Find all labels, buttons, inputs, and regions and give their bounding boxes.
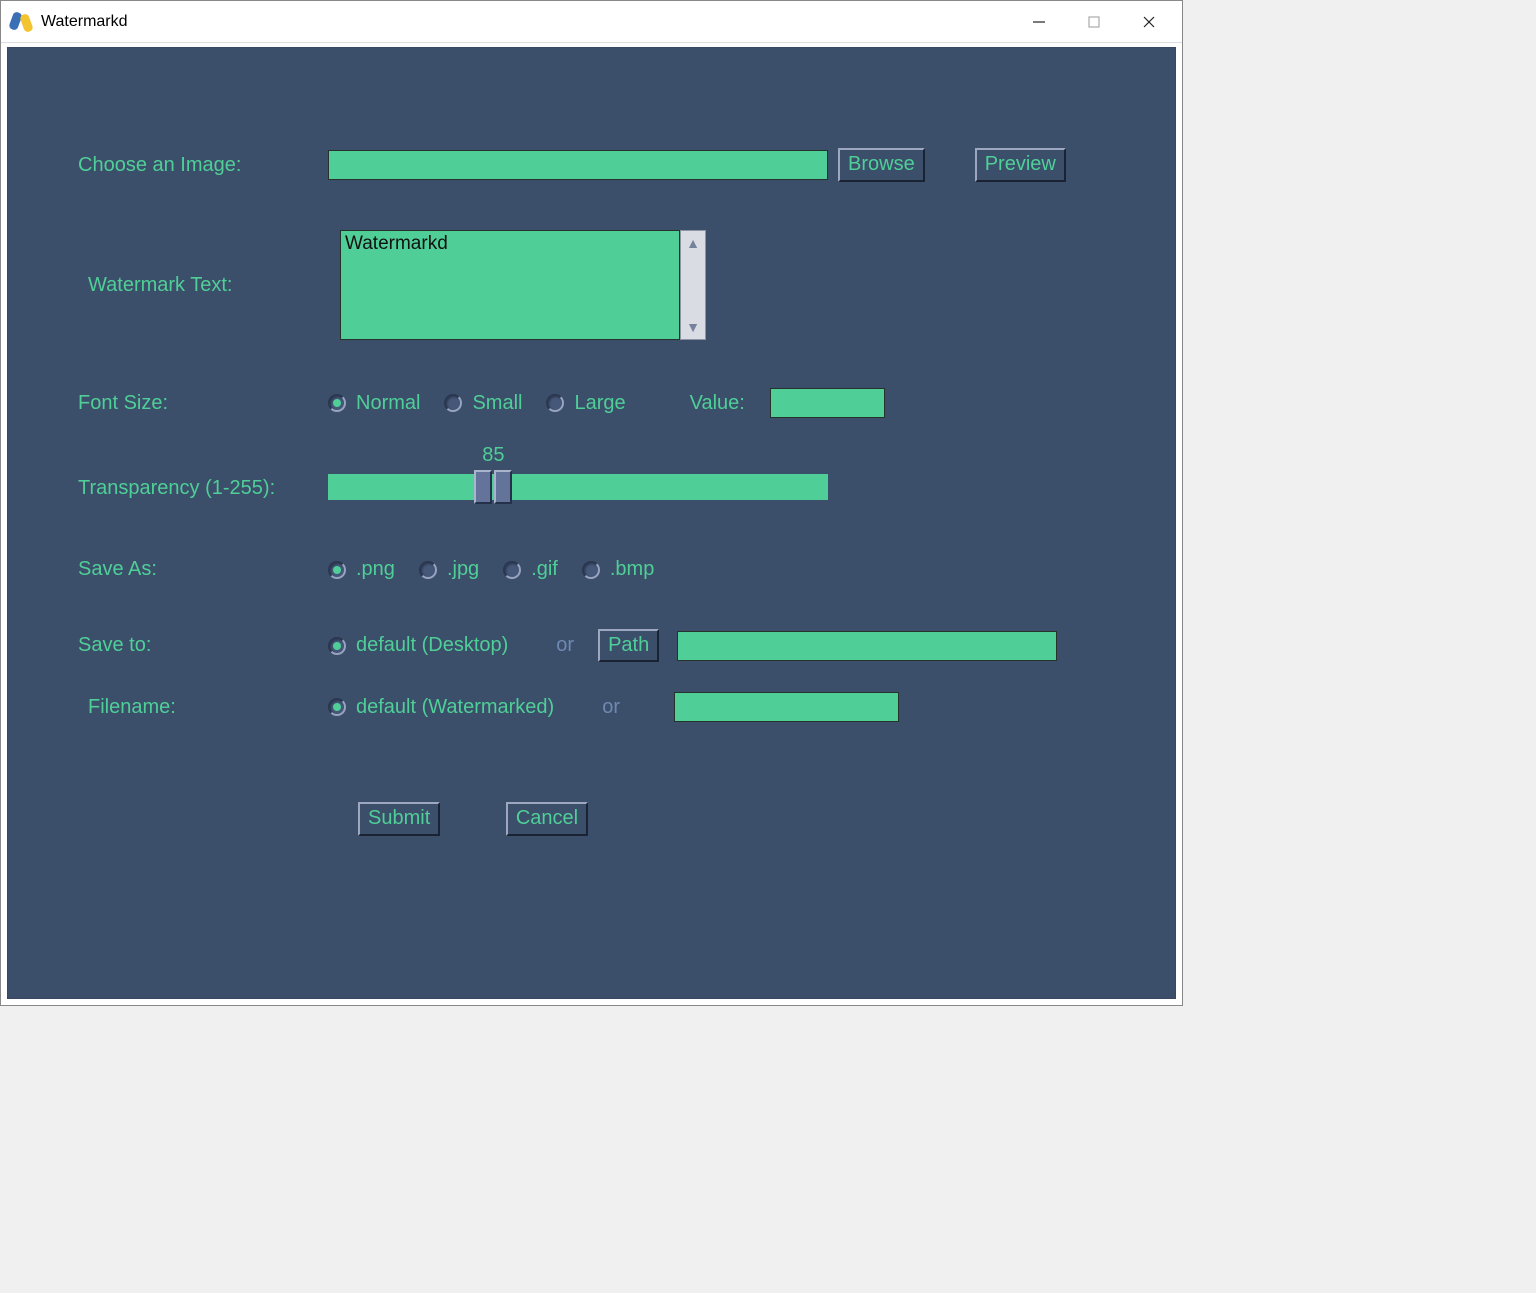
transparency-label: Transparency (1-255): bbox=[78, 477, 328, 500]
font-size-radio-small[interactable]: Small bbox=[444, 392, 522, 415]
save-to-label: Save to: bbox=[78, 634, 328, 657]
maximize-button[interactable] bbox=[1066, 1, 1121, 43]
watermark-text-scroll[interactable]: ▲ ▼ bbox=[680, 230, 706, 340]
scroll-down-icon[interactable]: ▼ bbox=[686, 319, 700, 335]
font-size-radio-normal[interactable]: Normal bbox=[328, 392, 420, 415]
font-size-value-label: Value: bbox=[690, 392, 745, 415]
filename-custom-input[interactable] bbox=[674, 692, 899, 722]
font-size-radio-large[interactable]: Large bbox=[546, 392, 625, 415]
save-as-radio-png[interactable]: .png bbox=[328, 558, 395, 581]
preview-button[interactable]: Preview bbox=[975, 148, 1066, 182]
transparency-value: 85 bbox=[482, 444, 504, 467]
watermark-text-input[interactable] bbox=[340, 230, 680, 340]
titlebar: Watermarkd bbox=[1, 1, 1182, 43]
browse-button[interactable]: Browse bbox=[838, 148, 925, 182]
save-to-or-label: or bbox=[556, 634, 574, 657]
font-size-value-input[interactable] bbox=[770, 388, 885, 418]
submit-button[interactable]: Submit bbox=[358, 802, 440, 836]
save-to-path-input[interactable] bbox=[677, 631, 1057, 661]
cancel-button[interactable]: Cancel bbox=[506, 802, 588, 836]
path-button[interactable]: Path bbox=[598, 629, 659, 662]
filename-or-label: or bbox=[602, 696, 620, 719]
transparency-slider[interactable]: 85 bbox=[328, 466, 828, 510]
font-size-label: Font Size: bbox=[78, 392, 328, 415]
filename-radio-default[interactable]: default (Watermarked) bbox=[328, 696, 554, 719]
watermark-text-label: Watermark Text: bbox=[78, 274, 328, 297]
app-window: Watermarkd Choose an Image: Browse Prev bbox=[0, 0, 1183, 1006]
save-as-radio-bmp[interactable]: .bmp bbox=[582, 558, 654, 581]
choose-image-label: Choose an Image: bbox=[78, 154, 328, 177]
image-path-input[interactable] bbox=[328, 150, 828, 180]
form-area: Choose an Image: Browse Preview Watermar… bbox=[7, 47, 1176, 999]
close-button[interactable] bbox=[1121, 1, 1176, 43]
save-as-radio-gif[interactable]: .gif bbox=[503, 558, 558, 581]
save-to-radio-default[interactable]: default (Desktop) bbox=[328, 634, 508, 657]
python-icon bbox=[11, 12, 31, 32]
window-controls bbox=[1011, 1, 1176, 43]
transparency-slider-thumb[interactable] bbox=[473, 470, 513, 504]
save-as-radio-jpg[interactable]: .jpg bbox=[419, 558, 479, 581]
window-title: Watermarkd bbox=[41, 13, 128, 31]
save-as-label: Save As: bbox=[78, 558, 328, 581]
scroll-up-icon[interactable]: ▲ bbox=[686, 235, 700, 251]
minimize-button[interactable] bbox=[1011, 1, 1066, 43]
filename-label: Filename: bbox=[78, 696, 328, 719]
